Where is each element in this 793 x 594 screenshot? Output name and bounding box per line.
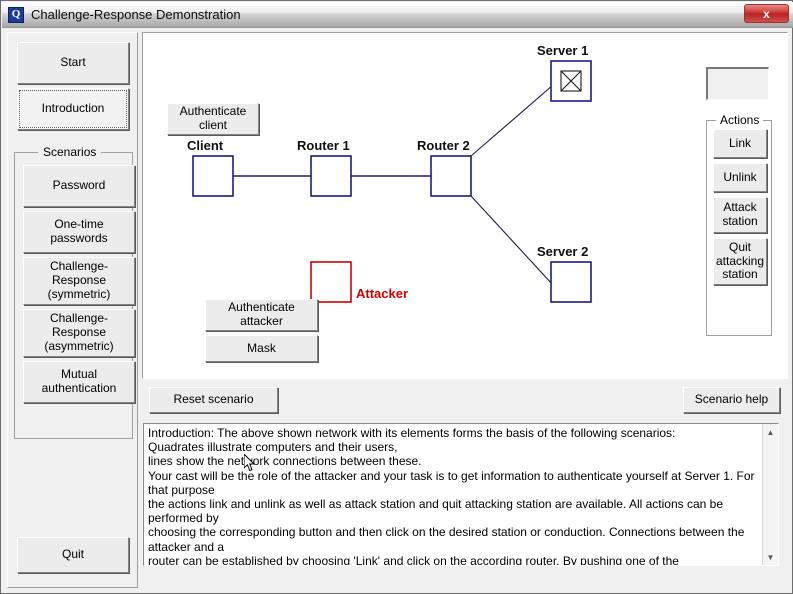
actions-group-label: Actions [716,113,764,127]
description-text: Introduction: The above shown network wi… [148,426,755,565]
scroll-down-icon[interactable]: ▼ [763,549,778,565]
server1-target-marker [560,70,582,92]
attack-station-button[interactable]: Attack station [713,197,767,233]
node-label-router1: Router 1 [297,138,350,153]
main-panel: Client Router 1 Router 2 Server 1 Server… [142,32,788,588]
sidebar-item-one-time-passwords[interactable]: One-time passwords [23,211,135,253]
sidebar: Start Introduction Scenarios Password On… [7,32,138,588]
sidebar-item-mutual-authentication[interactable]: Mutual authentication [23,361,135,403]
app-icon: Q [8,6,24,23]
description-scrollbar[interactable]: ▲ ▼ [762,424,778,565]
quit-attacking-station-button[interactable]: Quit attacking station [713,238,767,285]
title-bar: Q Challenge-Response Demonstration x [2,2,793,28]
scenarios-group-label: Scenarios [38,145,102,159]
node-attacker[interactable] [310,261,352,303]
sidebar-item-challenge-response-symmetric[interactable]: Challenge-Response (symmetric) [23,257,135,305]
link-router2-server2[interactable] [470,195,554,286]
node-server2[interactable] [550,261,592,303]
authenticate-client-button[interactable]: Authenticate client [167,103,259,135]
reset-scenario-button[interactable]: Reset scenario [149,387,278,413]
network-diagram-canvas[interactable]: Client Router 1 Router 2 Server 1 Server… [142,32,788,379]
sidebar-item-password[interactable]: Password [23,165,135,207]
node-router1[interactable] [310,155,352,197]
quit-button[interactable]: Quit [17,537,129,573]
window-title: Challenge-Response Demonstration [31,7,241,22]
mask-button[interactable]: Mask [205,335,318,362]
scrollbar-track[interactable] [763,440,778,549]
scroll-up-icon[interactable]: ▲ [763,424,778,440]
node-label-router2: Router 2 [417,138,470,153]
node-label-server2: Server 2 [537,244,589,259]
scenario-help-button[interactable]: Scenario help [683,387,780,413]
unlink-button[interactable]: Unlink [713,163,767,192]
node-router2[interactable] [430,155,472,197]
node-client[interactable] [192,155,234,197]
link-router2-server1[interactable] [470,84,554,157]
introduction-button[interactable]: Introduction [17,88,129,130]
node-label-client: Client [187,138,224,153]
node-label-attacker: Attacker [356,286,409,301]
link-button[interactable]: Link [713,129,767,158]
authenticate-attacker-button[interactable]: Authenticate attacker [205,299,318,331]
start-button[interactable]: Start [17,42,129,84]
close-button[interactable]: x [744,4,789,23]
node-label-server1: Server 1 [537,43,589,58]
application-window: Q Challenge-Response Demonstration x Sta… [0,0,793,594]
sidebar-item-challenge-response-asymmetric[interactable]: Challenge-Response (asymmetric) [23,309,135,357]
description-textarea[interactable]: Introduction: The above shown network wi… [143,423,779,566]
status-preview-box [706,67,769,100]
